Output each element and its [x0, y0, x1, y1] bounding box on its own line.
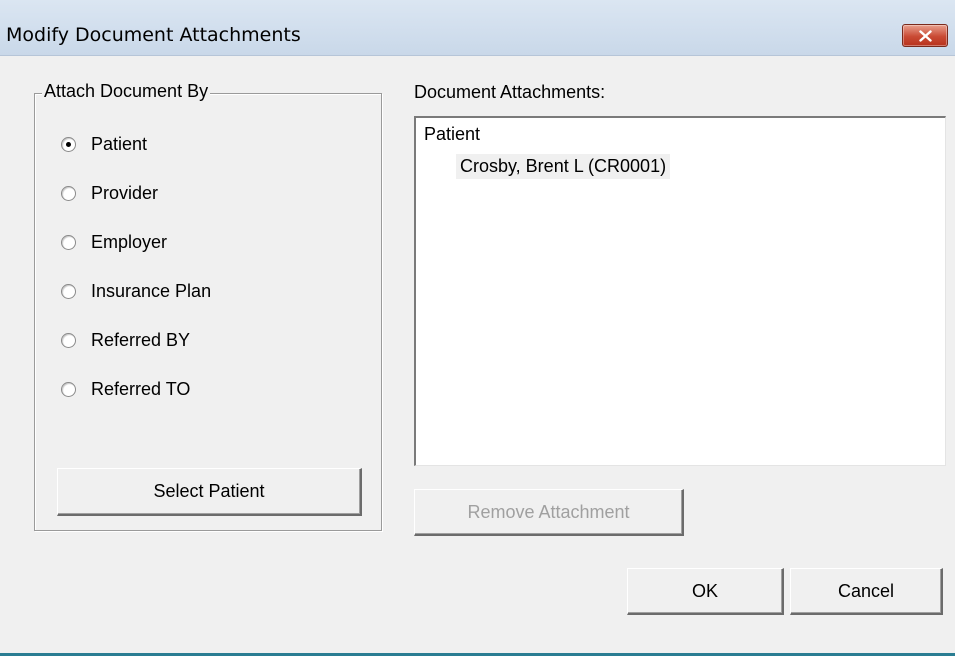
radio-label: Employer	[91, 231, 168, 252]
radio-insurance-plan[interactable]: Insurance Plan	[61, 279, 211, 303]
radio-employer[interactable]: Employer	[61, 230, 167, 254]
cancel-button[interactable]: Cancel	[790, 568, 943, 615]
close-x-icon	[919, 30, 932, 42]
attach-by-groupbox	[34, 93, 382, 531]
remove-attachment-button[interactable]: Remove Attachment	[414, 489, 684, 536]
radio-referred-by[interactable]: Referred BY	[61, 328, 190, 352]
radio-button-icon[interactable]	[61, 136, 76, 152]
title-bar: Modify Document Attachments	[0, 0, 955, 56]
radio-label: Referred TO	[91, 378, 191, 399]
radio-button-icon[interactable]	[61, 234, 76, 250]
radio-button-icon[interactable]	[61, 332, 76, 348]
tree-node-attachment[interactable]: Crosby, Brent L (CR0001)	[456, 154, 671, 179]
radio-label: Insurance Plan	[91, 280, 212, 301]
radio-button-icon[interactable]	[61, 185, 76, 201]
close-button[interactable]	[902, 24, 948, 47]
radio-provider[interactable]: Provider	[61, 181, 158, 205]
attach-by-legend: Attach Document By	[42, 81, 211, 102]
window-title: Modify Document Attachments	[6, 24, 301, 46]
tree-node-patient[interactable]: Patient	[424, 124, 480, 145]
radio-label: Provider	[91, 182, 159, 203]
document-attachments-list[interactable]: Patient Crosby, Brent L (CR0001)	[414, 116, 946, 466]
radio-label: Referred BY	[91, 329, 191, 350]
radio-patient[interactable]: Patient	[61, 132, 147, 156]
radio-label: Patient	[91, 133, 148, 154]
radio-referred-to[interactable]: Referred TO	[61, 377, 190, 401]
select-patient-button[interactable]: Select Patient	[57, 468, 362, 516]
radio-button-icon[interactable]	[61, 381, 76, 397]
document-attachments-label: Document Attachments:	[414, 82, 606, 102]
ok-button[interactable]: OK	[627, 568, 784, 615]
radio-button-icon[interactable]	[61, 283, 76, 299]
